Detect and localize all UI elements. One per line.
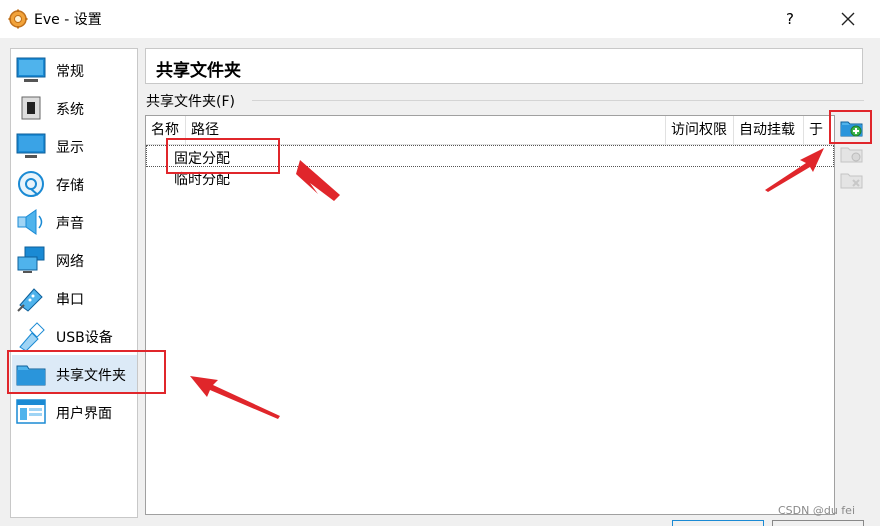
- red-arrow-icon: [296, 160, 340, 201]
- cancel-button-edge[interactable]: [772, 520, 864, 526]
- watermark: CSDN @du fei: [778, 504, 856, 517]
- ok-button-edge[interactable]: [672, 520, 764, 526]
- red-arrow-icon: [765, 148, 824, 192]
- annotation-arrows: [190, 148, 824, 419]
- red-arrow-icon: [190, 376, 280, 419]
